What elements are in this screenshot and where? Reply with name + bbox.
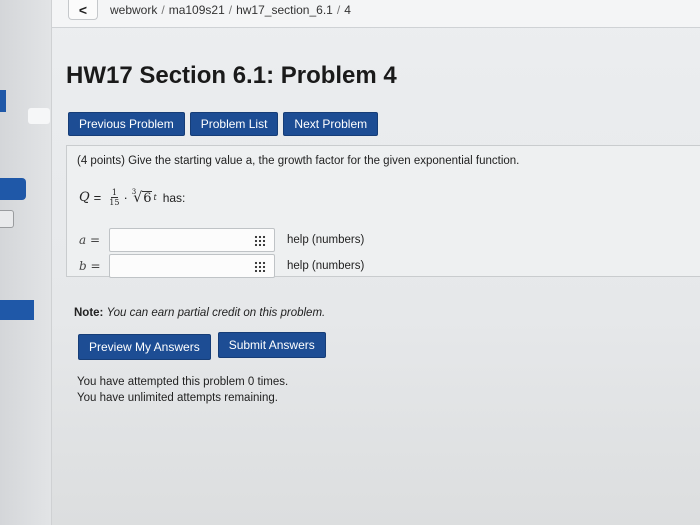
breadcrumb-item-problem: 4 xyxy=(344,3,351,17)
answer-input-b[interactable] xyxy=(109,254,275,278)
chevron-left-icon: < xyxy=(78,1,88,18)
attempts-info: You have attempted this problem 0 times.… xyxy=(77,374,288,406)
problem-navigation: Previous Problem Problem List Next Probl… xyxy=(68,112,379,136)
formula-fraction: 1 15 xyxy=(109,188,119,207)
sidebar-checkbox[interactable] xyxy=(0,210,14,228)
answer-row-a: a = help (numbers) xyxy=(79,228,364,252)
left-sidebar-edge xyxy=(0,0,52,525)
breadcrumb-bar: < webwork / ma109s21/hw17_section_6.1/4 xyxy=(52,0,700,28)
equation-editor-icon[interactable] xyxy=(254,235,266,246)
attempts-remaining: You have unlimited attempts remaining. xyxy=(77,392,278,404)
root-argument: 6 xyxy=(142,190,153,206)
breadcrumb-item-course-root[interactable]: webwork xyxy=(110,3,157,17)
problem-list-button[interactable]: Problem List xyxy=(189,112,279,136)
breadcrumb-separator: / xyxy=(336,3,341,17)
cube-root: 3 √ 6 t xyxy=(131,187,157,206)
sidebar-button[interactable] xyxy=(0,178,26,200)
previous-problem-button[interactable]: Previous Problem xyxy=(68,112,185,136)
breadcrumb: webwork / ma109s21/hw17_section_6.1/4 xyxy=(110,3,351,17)
answer-label-a: a = xyxy=(79,233,101,247)
problem-statement: (4 points) Give the starting value a, th… xyxy=(77,155,520,167)
formula-variable: Q xyxy=(79,190,90,205)
formula-suffix: has: xyxy=(162,190,186,205)
submit-answers-button[interactable]: Submit Answers xyxy=(217,332,326,358)
partial-credit-note: Note: You can earn partial credit on thi… xyxy=(74,307,325,319)
breadcrumb-item-course[interactable]: ma109s21 xyxy=(169,3,225,17)
page-title: HW17 Section 6.1: Problem 4 xyxy=(66,62,397,89)
answer-label-b: b = xyxy=(79,259,101,273)
help-numbers-link[interactable]: help (numbers) xyxy=(287,260,364,272)
help-numbers-link[interactable]: help (numbers) xyxy=(287,234,364,246)
breadcrumb-separator: / xyxy=(228,3,233,17)
fraction-numerator: 1 xyxy=(110,188,118,198)
exponential-formula: Q = 1 15 · 3 √ 6 t has: xyxy=(79,187,186,208)
root-index: 3 xyxy=(131,187,137,196)
fraction-denominator: 15 xyxy=(109,198,120,207)
formula-exponent: t xyxy=(153,193,157,202)
attempts-count: You have attempted this problem 0 times. xyxy=(77,376,289,388)
answer-row-b: b = help (numbers) xyxy=(79,254,364,278)
problem-panel: (4 points) Give the starting value a, th… xyxy=(66,145,700,278)
sidebar-highlight xyxy=(28,108,50,124)
note-text: You can earn partial credit on this prob… xyxy=(106,307,326,319)
answer-actions: Preview My Answers Submit Answers xyxy=(78,332,326,360)
breadcrumb-separator: / xyxy=(161,3,165,17)
preview-answers-button[interactable]: Preview My Answers xyxy=(78,334,211,360)
sidebar-active-marker xyxy=(0,90,6,112)
breadcrumb-item-set[interactable]: hw17_section_6.1 xyxy=(236,3,333,17)
next-problem-button[interactable]: Next Problem xyxy=(283,112,379,136)
back-button[interactable]: < xyxy=(68,0,98,20)
note-label: Note: xyxy=(74,307,104,319)
answer-input-a[interactable] xyxy=(109,228,275,252)
formula-equals: = xyxy=(93,190,102,205)
formula-dot: · xyxy=(123,190,128,205)
equation-editor-icon[interactable] xyxy=(254,261,266,272)
sidebar-button-2[interactable] xyxy=(0,300,34,320)
